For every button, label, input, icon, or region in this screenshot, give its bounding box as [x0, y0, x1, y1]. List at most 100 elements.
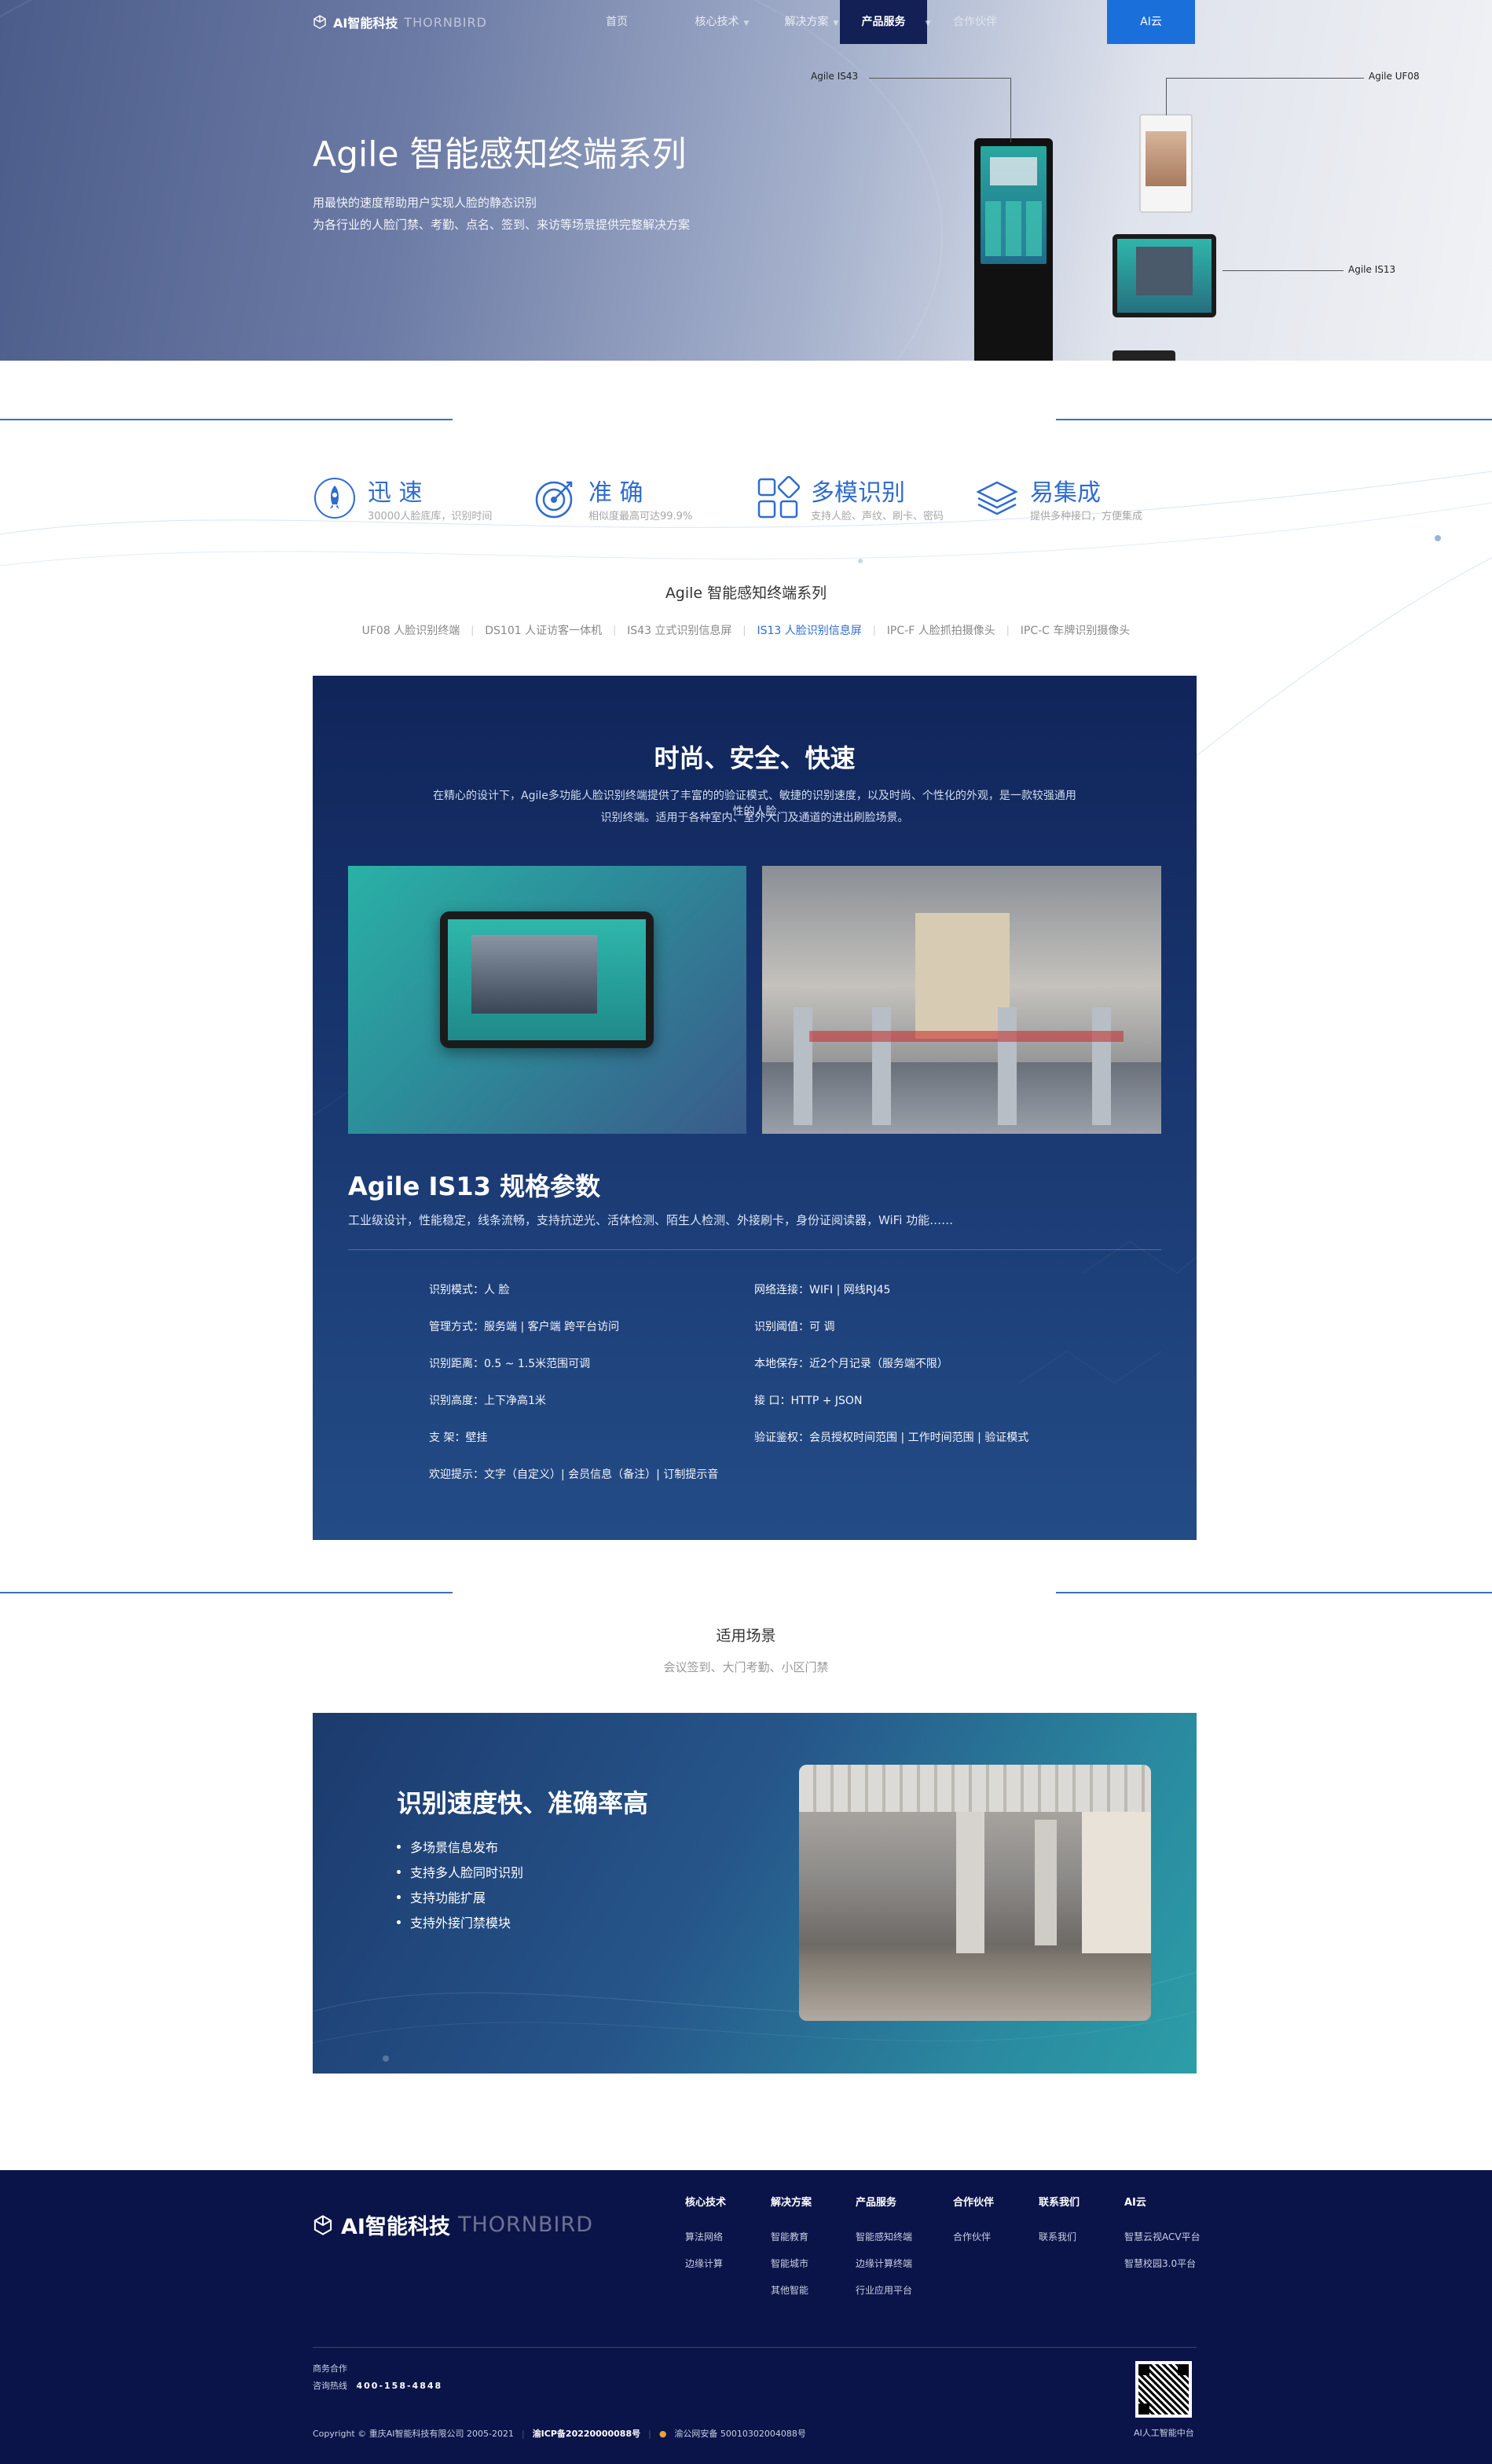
- target-icon: [535, 481, 573, 518]
- nav-item-core-tech[interactable]: 核心技术 ▼: [676, 0, 768, 44]
- param-left: 欢迎提示：文字（自定义）| 会员信息（备注）| 订制提示音: [429, 1468, 719, 1481]
- hotline: 咨询热线 400-158-4848: [313, 2379, 442, 2392]
- scene-item-text: 支持多人脸同时识别: [410, 1865, 524, 1880]
- feature-accurate: 准 确 相似度最高可达99.9%: [533, 473, 692, 522]
- footer-link[interactable]: 智能城市: [771, 2257, 808, 2270]
- photo-turnstile-gate: [762, 866, 1161, 1134]
- feature-title: 迅 速: [368, 479, 423, 507]
- footer-link[interactable]: 合作伙伴: [953, 2230, 991, 2243]
- footer-col-title[interactable]: 核心技术: [685, 2194, 726, 2209]
- spec-desc-2: 识别终端。适用于各种室内、室外大门及通道的进出刷脸场景。: [600, 812, 909, 824]
- feature-sub: 30000人脸底库，识别时间: [368, 511, 493, 522]
- copyright-text: Copyright © 重庆AI智能科技有限公司 2005-2021: [313, 2429, 514, 2439]
- scene-item-text: 支持外接门禁模块: [410, 1916, 511, 1930]
- section-divider: [0, 419, 453, 420]
- footer-link[interactable]: 边缘计算: [685, 2257, 723, 2270]
- tab-uf08[interactable]: UF08 人脸识别终端: [351, 622, 471, 638]
- label-agile-is13: Agile IS13: [1348, 264, 1396, 275]
- footer-link[interactable]: 联系我们: [1039, 2230, 1076, 2243]
- footer-col-title[interactable]: AI云: [1124, 2194, 1146, 2209]
- scene-list-item: 支持外接门禁模块: [397, 1912, 511, 1931]
- copyright-bar: Copyright © 重庆AI智能科技有限公司 2005-2021 | 渝IC…: [313, 2427, 806, 2440]
- param-left: 支 架：壁挂: [429, 1432, 488, 1444]
- footer-brand-logo[interactable]: AI智能科技 THORNBIRD: [313, 2209, 593, 2240]
- feature-sub: 支持人脸、声纹、刷卡、密码: [811, 511, 944, 522]
- footer-brand-name: AI智能科技: [341, 2215, 450, 2239]
- footer-link[interactable]: 智慧校园3.0平台: [1124, 2257, 1196, 2270]
- feature-sub: 提供多种接口，方便集成: [1030, 511, 1143, 522]
- feature-title: 准 确: [588, 479, 643, 507]
- layers-icon: [976, 481, 1018, 515]
- footer-col-title[interactable]: 解决方案: [771, 2194, 812, 2209]
- nav-item-label: 核心技术: [695, 16, 739, 28]
- feature-title: 多模识别: [811, 479, 905, 507]
- icp-link[interactable]: 渝ICP备20220000088号: [533, 2427, 640, 2440]
- device-is43-kiosk: [974, 138, 1053, 361]
- chevron-down-icon: ▼: [833, 20, 839, 28]
- tab-ds101[interactable]: DS101 人证访客一体机: [474, 622, 613, 638]
- footer-link[interactable]: 其他智能: [771, 2283, 808, 2297]
- nav-item-products[interactable]: 产品服务: [840, 0, 927, 44]
- hero-tagline-1: 用最快的速度帮助用户实现人脸的静态识别: [313, 196, 537, 210]
- photo-is13-device: [348, 866, 746, 1134]
- param-left: 识别高度：上下净高1米: [429, 1395, 546, 1407]
- spec-title: 时尚、安全、快速: [654, 743, 856, 773]
- scenes-subtitle: 会议签到、大门考勤、小区门禁: [663, 1660, 829, 1674]
- bullet-icon: [397, 1844, 401, 1849]
- photo-lobby: [799, 1765, 1151, 2021]
- nav-products-dropdown[interactable]: ▼: [916, 0, 935, 44]
- footer-link[interactable]: 智慧云视ACV平台: [1124, 2230, 1201, 2243]
- hotline-number[interactable]: 400-158-4848: [357, 2381, 443, 2391]
- device-uf08: [1139, 114, 1193, 213]
- nav-item-home[interactable]: 首页: [591, 0, 643, 44]
- tab-ipc-c[interactable]: IPC-C 车牌识别摄像头: [1010, 622, 1142, 638]
- scene-list-item: 支持功能扩展: [397, 1887, 486, 1906]
- ai-cloud-button[interactable]: AI云: [1107, 0, 1195, 44]
- footer-col-title[interactable]: 合作伙伴: [953, 2194, 994, 2209]
- footer-link[interactable]: 边缘计算终端: [856, 2257, 912, 2270]
- cube-logo-icon: [313, 15, 326, 29]
- brand-logo[interactable]: AI智能科技 THORNBIRD: [313, 14, 487, 31]
- bullet-icon: [397, 1894, 401, 1899]
- param-right: 本地保存：近2个月记录（服务端不限）: [754, 1358, 948, 1370]
- qr-code: [1135, 2361, 1192, 2418]
- scene-panel: 识别速度快、准确率高 多场景信息发布 支持多人脸同时识别 支持功能扩展 支持外接…: [313, 1713, 1197, 2074]
- param-left: 识别距离：0.5 ~ 1.5米范围可调: [429, 1358, 591, 1370]
- nav-item-label: 合作伙伴: [953, 16, 997, 28]
- section-divider: [1056, 1592, 1492, 1593]
- param-left: 管理方式：服务端 | 客户端 跨平台访问: [429, 1321, 620, 1333]
- model-spec-title: Agile IS13 规格参数: [348, 1172, 601, 1201]
- feature-fast: 迅 速 30000人脸底库，识别时间: [313, 473, 492, 522]
- footer-brand-sub: THORNBIRD: [457, 2213, 593, 2237]
- nav-item-label: 首页: [606, 16, 628, 28]
- leader-line: [1166, 78, 1167, 116]
- tab-ipc-f[interactable]: IPC-F 人脸抓拍摄像头: [876, 622, 1006, 638]
- param-left: 识别模式：人 脸: [429, 1284, 510, 1296]
- footer-divider: [313, 2347, 1197, 2348]
- tab-is13[interactable]: IS13 人脸识别信息屏: [746, 622, 872, 638]
- footer-link[interactable]: 行业应用平台: [856, 2283, 912, 2297]
- series-title: Agile 智能感知终端系列: [665, 585, 827, 602]
- nav-item-partners[interactable]: 合作伙伴: [940, 0, 1010, 44]
- spec-panel: 时尚、安全、快速 在精心的设计下，Agile多功能人脸识别终端提供了丰富的的验证…: [313, 676, 1197, 1540]
- police-badge-icon: ●: [658, 2428, 667, 2439]
- model-spec-desc: 工业级设计，性能稳定，线条流畅，支持抗逆光、活体检测、陌生人检测、外接刷卡，身份…: [348, 1213, 954, 1227]
- feature-title: 易集成: [1030, 479, 1101, 507]
- footer-col-title[interactable]: 联系我们: [1039, 2194, 1080, 2209]
- footer-link[interactable]: 智能教育: [771, 2230, 808, 2243]
- scenes-title: 适用场景: [716, 1627, 776, 1644]
- brand-name: AI智能科技: [333, 16, 398, 31]
- leader-line: [869, 78, 1010, 79]
- section-divider: [0, 1592, 453, 1593]
- qr-caption: AI人工智能中台: [1134, 2428, 1194, 2438]
- footer-link[interactable]: 智能感知终端: [856, 2230, 912, 2243]
- tab-is43[interactable]: IS43 立式识别信息屏: [616, 622, 742, 638]
- top-navigation: AI智能科技 THORNBIRD 首页 核心技术 ▼ 解决方案 ▼ 产品服务 ▼ 合…: [0, 0, 1492, 44]
- divider: |: [648, 2428, 651, 2439]
- chevron-down-icon: ▼: [743, 20, 750, 28]
- footer-col-title[interactable]: 产品服务: [856, 2194, 896, 2209]
- police-record-link[interactable]: 渝公网安备 50010302004088号: [674, 2427, 805, 2440]
- param-right: 验证鉴权：会员授权时间范围 | 工作时间范围 | 验证模式: [754, 1432, 1029, 1444]
- hotline-label: 咨询热线: [313, 2381, 347, 2391]
- footer-link[interactable]: 算法网络: [685, 2230, 723, 2243]
